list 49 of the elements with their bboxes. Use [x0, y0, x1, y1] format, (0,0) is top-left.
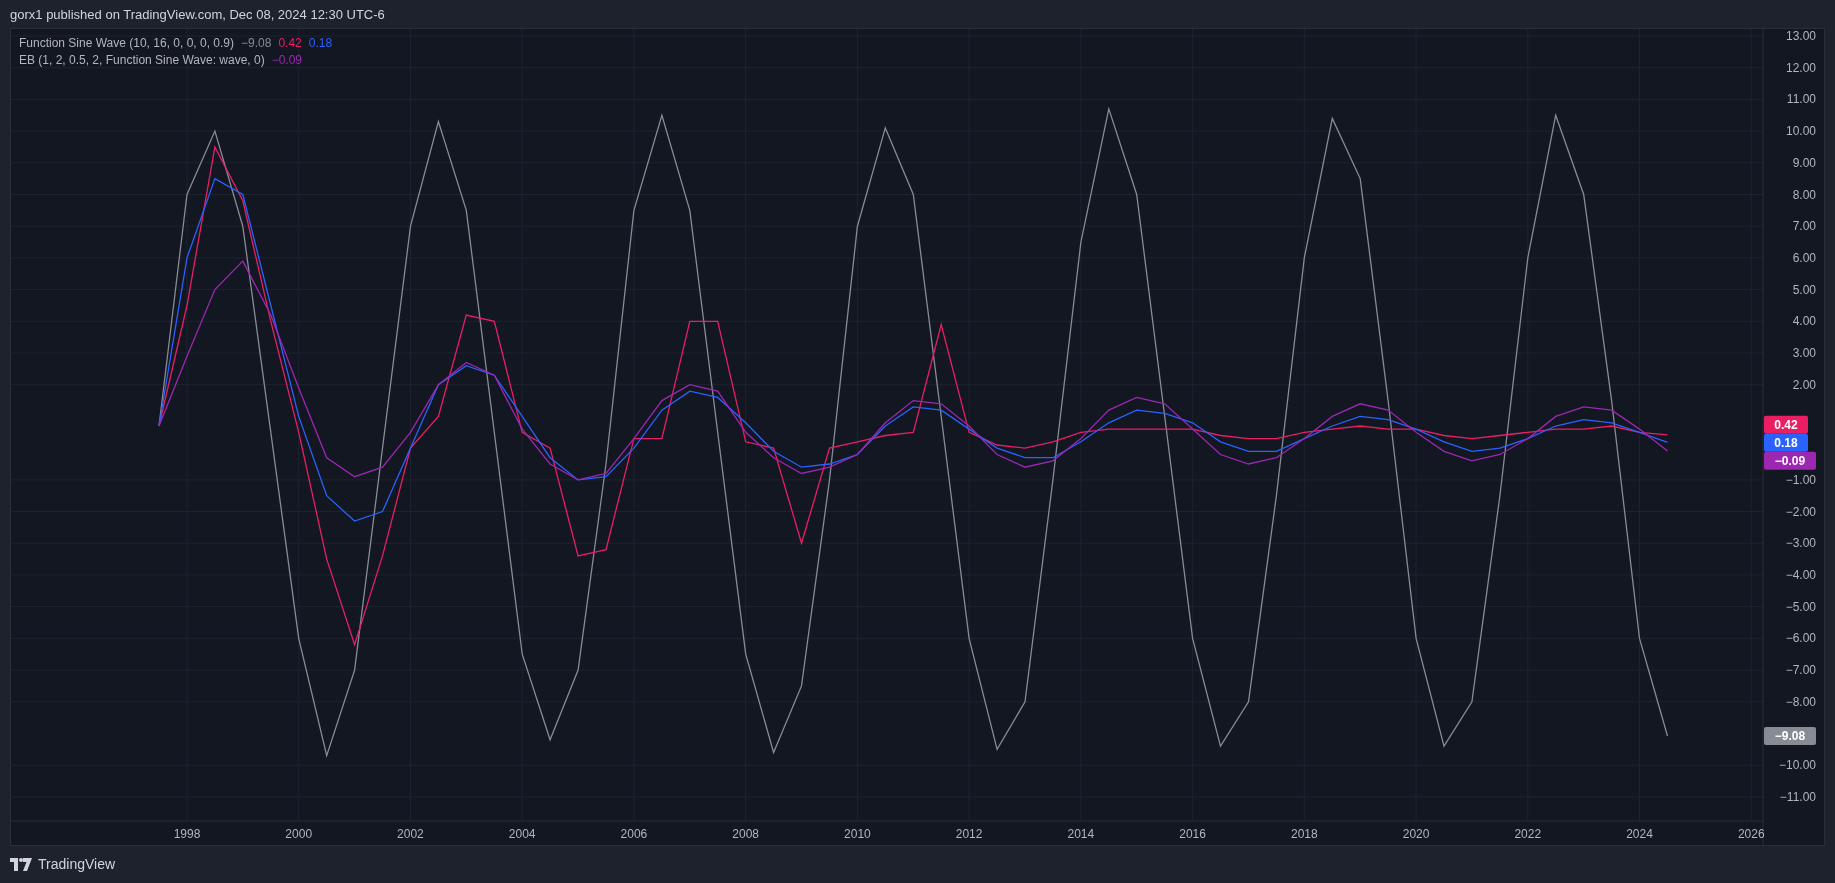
time-axis-label: 2020: [1402, 827, 1430, 841]
indicator-value: 0.18: [308, 36, 333, 50]
price-label: −0.09: [1764, 451, 1816, 470]
price-axis-label: 2.00: [1792, 377, 1816, 392]
time-axis-label: 2006: [620, 827, 648, 841]
price-axis-label: −1.00: [1785, 472, 1816, 487]
price-axis-label: −10.00: [1778, 758, 1816, 773]
price-axis-label: 10.00: [1785, 124, 1816, 139]
price-axis-label: −8.00: [1785, 694, 1816, 709]
price-axis-label: −7.00: [1785, 663, 1816, 678]
time-axis-label: 2008: [732, 827, 759, 841]
indicator-title: EB (1, 2, 0.5, 2, Function Sine Wave: wave, 0): [19, 53, 265, 67]
time-axis-label: 2018: [1291, 827, 1318, 841]
indicator-title: Function Sine Wave (10, 16, 0, 0, 0, 0.9): [19, 36, 234, 50]
time-axis-label: 2012: [955, 827, 983, 841]
time-axis-label: 1998: [173, 827, 201, 841]
price-axis-label: 13.00: [1785, 29, 1816, 43]
price-label: 0.42: [1764, 415, 1808, 434]
price-axis-label: 7.00: [1792, 219, 1816, 234]
price-axis-label: 11.00: [1786, 92, 1816, 107]
brand-name: TradingView: [38, 856, 116, 872]
price-axis-label: −3.00: [1785, 536, 1816, 551]
indicator-value: −9.08: [241, 36, 272, 50]
publish-info: gorx1 published on TradingView.com, Dec 08, 2024 12:30 UTC-6: [10, 6, 385, 22]
time-axis-label: 2026: [1737, 827, 1765, 841]
price-axis-label: −11.00: [1779, 789, 1816, 804]
price-axis-label: 4.00: [1792, 314, 1816, 329]
time-axis-label: 2002: [397, 827, 424, 841]
time-axis-label: 2010: [844, 827, 871, 841]
indicator-value: −0.09: [271, 53, 303, 67]
indicator-value: 0.42: [278, 36, 302, 50]
price-axis-label: 5.00: [1792, 282, 1816, 297]
time-axis-label: 2014: [1067, 827, 1095, 841]
price-axis-label: 12.00: [1785, 60, 1816, 75]
price-axis-label: −5.00: [1785, 599, 1816, 614]
price-axis-label: 9.00: [1792, 155, 1816, 170]
price-axis-label: −2.00: [1785, 504, 1816, 519]
time-axis-label: 2000: [285, 827, 313, 841]
time-axis-label: 2022: [1514, 827, 1542, 841]
price-axis-label: −4.00: [1785, 567, 1816, 582]
time-axis-label: 2004: [508, 827, 536, 841]
price-axis-label: 3.00: [1792, 346, 1816, 361]
time-axis-label: 2016: [1179, 827, 1206, 841]
price-axis-label: 6.00: [1792, 250, 1816, 265]
time-axis-label: 2024: [1626, 827, 1653, 841]
price-axis-label: 8.00: [1792, 187, 1816, 202]
logo-icon: [10, 857, 32, 871]
price-label: −9.08: [1764, 727, 1816, 746]
price-axis-label: −6.00: [1785, 631, 1816, 646]
